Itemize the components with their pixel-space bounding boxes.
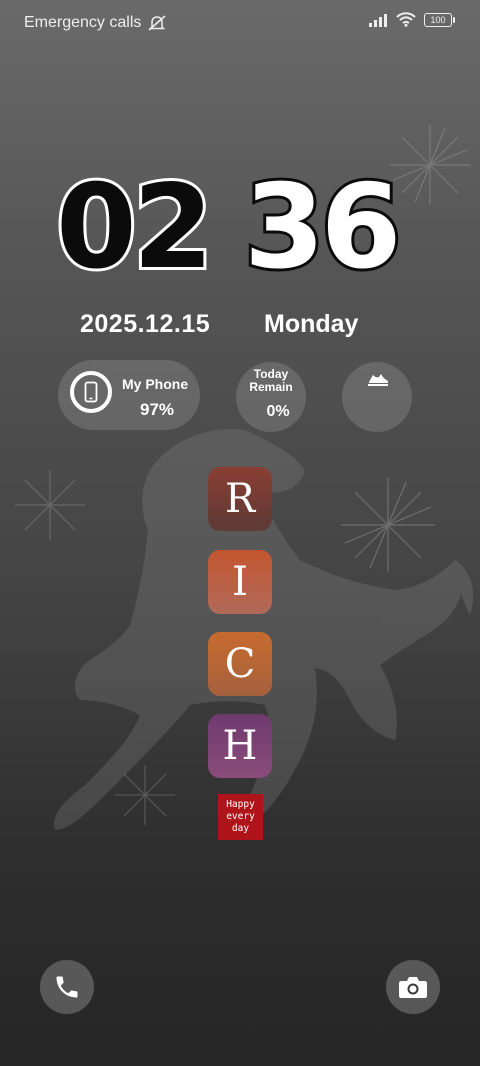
tile-letter-r: R	[208, 467, 272, 531]
phone-icon	[56, 976, 78, 998]
date-text: 2025.12.15	[80, 310, 211, 338]
sticker-line-3: day	[231, 823, 250, 834]
phone-shortcut-button[interactable]	[40, 960, 94, 1014]
wifi-icon	[396, 12, 416, 27]
bell-off-icon	[148, 15, 166, 31]
firework-top-right	[390, 125, 470, 205]
battery-icon: 100	[424, 12, 455, 27]
battery-level: 100	[430, 14, 446, 25]
happy-every-day-sticker: Happy every day	[218, 794, 263, 840]
today-remain-label-line2: Remain	[249, 380, 293, 394]
clock-hours: 02	[53, 160, 216, 295]
tile-letter-i: I	[208, 550, 272, 614]
today-remain-label: Today Remain	[236, 368, 306, 394]
tile-letter-c: C	[208, 632, 272, 696]
smartphone-icon	[84, 381, 98, 403]
tile-letter-h: H	[208, 714, 272, 778]
steps-widget[interactable]	[342, 362, 412, 432]
sticker-line-1: Happy	[226, 799, 255, 810]
battery-widget-label: My Phone	[122, 376, 189, 392]
firework-left	[15, 470, 85, 540]
clock-minutes: 36	[241, 160, 404, 295]
sticker-line-2: every	[226, 811, 255, 822]
battery-widget-value: 97%	[140, 400, 175, 419]
emergency-calls-text: Emergency calls	[24, 14, 142, 31]
camera-icon	[399, 977, 427, 998]
signal-icon	[369, 13, 387, 27]
today-remain-value: 0%	[266, 403, 290, 420]
camera-shortcut-button[interactable]	[386, 960, 440, 1014]
weekday-text: Monday	[264, 310, 359, 338]
battery-ring	[70, 371, 112, 413]
sneaker-icon	[368, 374, 388, 386]
status-bar-right: 100	[368, 12, 455, 27]
firework-right	[341, 478, 435, 572]
status-bar-left: Emergency calls	[24, 14, 167, 32]
firework-bottom-left	[115, 765, 175, 825]
